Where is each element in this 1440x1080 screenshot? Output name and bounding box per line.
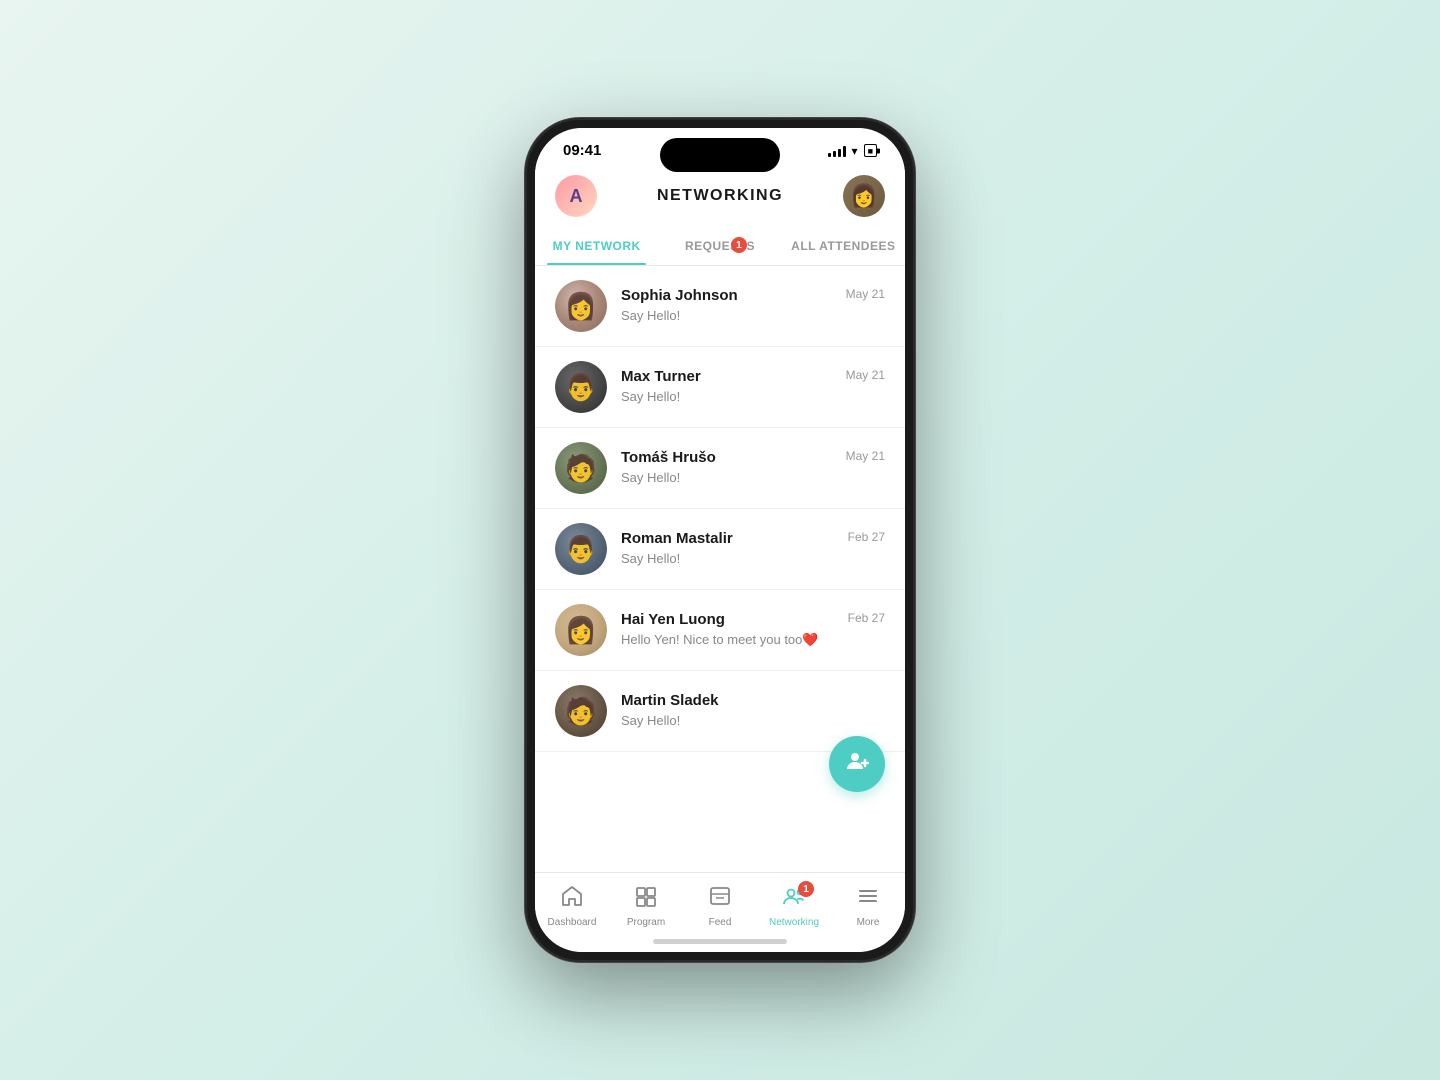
program-icon <box>634 885 658 913</box>
avatar-haiyen: 👩 <box>555 604 607 656</box>
add-person-icon <box>845 749 869 779</box>
contact-name: Max Turner <box>621 368 701 385</box>
tab-all-attendees[interactable]: ALL ATTENDEES <box>782 229 905 265</box>
contact-list: 👩 Sophia Johnson May 21 Say Hello! 👨 <box>535 266 905 872</box>
contact-name: Sophia Johnson <box>621 287 738 304</box>
contact-date: Feb 27 <box>848 611 885 625</box>
left-avatar[interactable]: A <box>555 175 597 217</box>
phone-screen: 09:41 ▾ ■ A NETWORKING <box>535 128 905 952</box>
contact-date: May 21 <box>846 368 885 382</box>
contact-info-max: Max Turner May 21 Say Hello! <box>621 368 885 406</box>
contact-item-sophia[interactable]: 👩 Sophia Johnson May 21 Say Hello! <box>535 266 905 347</box>
contact-item-max[interactable]: 👨 Max Turner May 21 Say Hello! <box>535 347 905 428</box>
nav-program[interactable]: Program <box>609 881 683 932</box>
contact-message: Say Hello! <box>621 713 680 728</box>
signal-icon <box>828 145 846 157</box>
more-icon <box>856 885 880 913</box>
contact-date: May 21 <box>846 449 885 463</box>
nav-label-feed: Feed <box>709 917 732 928</box>
home-indicator <box>653 939 787 944</box>
contact-message: Say Hello! <box>621 551 680 566</box>
networking-badge: 1 <box>798 881 814 897</box>
tab-my-network[interactable]: MY NETWORK <box>535 229 658 265</box>
right-avatar-placeholder: 👩 <box>843 175 885 217</box>
avatar-sophia: 👩 <box>555 280 607 332</box>
tabs-container: MY NETWORK REQUESTS 1 ALL ATTENDEES <box>535 229 905 266</box>
avatar-roman: 👨 <box>555 523 607 575</box>
header-title: NETWORKING <box>657 187 783 205</box>
contact-message: Say Hello! <box>621 308 680 323</box>
app-header: A NETWORKING 👩 <box>535 167 905 229</box>
avatar-tomas: 🧑 <box>555 442 607 494</box>
contact-name: Hai Yen Luong <box>621 611 725 628</box>
contact-item-tomas[interactable]: 🧑 Tomáš Hrušo May 21 Say Hello! <box>535 428 905 509</box>
nav-label-more: More <box>857 917 880 928</box>
nav-label-program: Program <box>627 917 665 928</box>
avatar-martin: 🧑 <box>555 685 607 737</box>
contact-name: Roman Mastalir <box>621 530 733 547</box>
dashboard-icon <box>560 885 584 913</box>
contact-info-sophia: Sophia Johnson May 21 Say Hello! <box>621 287 885 325</box>
contact-message: Say Hello! <box>621 389 680 404</box>
contact-message: Say Hello! <box>621 470 680 485</box>
nav-networking[interactable]: 1 Networking <box>757 881 831 932</box>
contact-message: Hello Yen! Nice to meet you too❤️ <box>621 632 819 647</box>
contact-date: May 21 <box>846 287 885 301</box>
wifi-icon: ▾ <box>852 144 858 158</box>
nav-dashboard[interactable]: Dashboard <box>535 881 609 932</box>
nav-feed[interactable]: Feed <box>683 881 757 932</box>
contact-item-haiyen[interactable]: 👩 Hai Yen Luong Feb 27 Hello Yen! Nice t… <box>535 590 905 671</box>
contact-item-roman[interactable]: 👨 Roman Mastalir Feb 27 Say Hello! <box>535 509 905 590</box>
feed-icon <box>708 885 732 913</box>
contact-name: Tomáš Hrušo <box>621 449 716 466</box>
add-connection-fab[interactable] <box>829 736 885 792</box>
dynamic-island <box>660 138 780 172</box>
contact-info-haiyen: Hai Yen Luong Feb 27 Hello Yen! Nice to … <box>621 611 885 649</box>
contact-info-martin: Martin Sladek Say Hello! <box>621 692 885 730</box>
contact-info-roman: Roman Mastalir Feb 27 Say Hello! <box>621 530 885 568</box>
nav-label-networking: Networking <box>769 917 819 928</box>
nav-label-dashboard: Dashboard <box>548 917 597 928</box>
requests-badge: 1 <box>731 237 747 253</box>
status-time: 09:41 <box>563 142 601 159</box>
avatar-max: 👨 <box>555 361 607 413</box>
phone-frame: 09:41 ▾ ■ A NETWORKING <box>525 118 915 962</box>
right-avatar[interactable]: 👩 <box>843 175 885 217</box>
tab-requests[interactable]: REQUESTS 1 <box>658 229 781 265</box>
status-bar: 09:41 ▾ ■ <box>535 128 905 167</box>
nav-more[interactable]: More <box>831 881 905 932</box>
contact-info-tomas: Tomáš Hrušo May 21 Say Hello! <box>621 449 885 487</box>
contact-name: Martin Sladek <box>621 692 719 709</box>
contact-date: Feb 27 <box>848 530 885 544</box>
battery-icon: ■ <box>864 144 877 157</box>
status-icons: ▾ ■ <box>828 144 877 158</box>
